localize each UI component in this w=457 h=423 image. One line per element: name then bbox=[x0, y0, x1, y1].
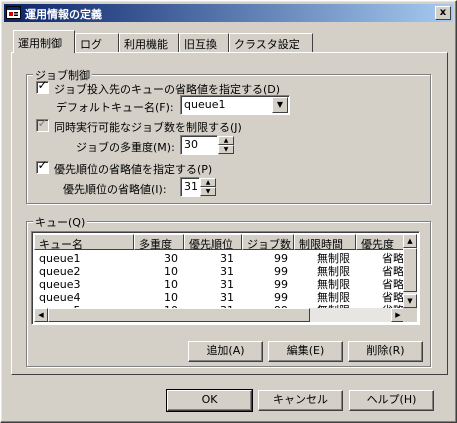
job-multiplicity-label: ジョブの多重度(M): bbox=[76, 141, 175, 154]
help-button[interactable]: ヘルプ(H) bbox=[349, 390, 434, 411]
column-header-queue-name[interactable]: キュー名 bbox=[34, 234, 134, 250]
job-multiplicity-input[interactable]: 30 bbox=[180, 135, 218, 155]
column-header-time-limit[interactable]: 制限時間 bbox=[294, 234, 356, 250]
default-queue-value: queue1 bbox=[184, 98, 226, 111]
title-bar[interactable]: 運用情報の定義 x bbox=[4, 4, 453, 22]
job-multiplicity-value: 30 bbox=[184, 138, 198, 151]
default-queue-checkbox[interactable]: ✓ bbox=[36, 78, 49, 94]
check-icon: ✓ bbox=[37, 78, 48, 92]
column-header-priority[interactable]: 優先順位 bbox=[184, 234, 242, 250]
tab-operation-control[interactable]: 運用制御 bbox=[13, 30, 75, 53]
check-icon: ✓ bbox=[37, 158, 48, 172]
check-icon: ✓ bbox=[37, 116, 48, 130]
table-cell: 無制限 bbox=[317, 252, 350, 265]
window-title: 運用情報の定義 bbox=[25, 8, 102, 21]
priority-default-label: 優先順位の省略値(I): bbox=[63, 183, 167, 196]
table-cell: 10 bbox=[164, 278, 178, 291]
tab-compat[interactable]: 旧互換 bbox=[179, 33, 229, 52]
table-cell: 省略 bbox=[382, 265, 404, 278]
spin-down-icon[interactable]: ▼ bbox=[218, 145, 234, 154]
table-cell: 31 bbox=[220, 291, 234, 304]
spin-up-icon[interactable]: ▲ bbox=[200, 178, 216, 187]
priority-default-checkbox-label: 優先順位の省略値を指定する(P) bbox=[54, 163, 213, 176]
table-cell: queue3 bbox=[39, 278, 81, 291]
table-cell: queue4 bbox=[39, 291, 81, 304]
add-button[interactable]: 追加(A) bbox=[188, 341, 263, 362]
table-cell: 無制限 bbox=[317, 265, 350, 278]
table-cell: 10 bbox=[164, 291, 178, 304]
edit-button[interactable]: 編集(E) bbox=[268, 341, 343, 362]
table-cell: 31 bbox=[220, 252, 234, 265]
queue-group-label: キュー(Q) bbox=[33, 214, 88, 230]
vertical-scrollbar[interactable]: ▲ ▼ bbox=[403, 234, 417, 308]
limit-concurrent-checkbox[interactable]: ✓ bbox=[36, 116, 49, 132]
app-window-icon bbox=[6, 5, 22, 21]
priority-default-checkbox[interactable]: ✓ bbox=[36, 158, 49, 174]
table-cell: 31 bbox=[220, 265, 234, 278]
dialog-window: 運用情報の定義 x 運用制御 ログ 利用機能 旧互換 クラスタ設定 ジョブ制御 … bbox=[0, 0, 457, 423]
table-cell: 99 bbox=[274, 265, 288, 278]
scrollbar-corner bbox=[403, 308, 417, 322]
delete-button[interactable]: 削除(R) bbox=[348, 341, 423, 362]
scroll-left-icon[interactable]: ◀ bbox=[34, 308, 48, 322]
close-icon[interactable]: x bbox=[435, 6, 451, 20]
cancel-button[interactable]: キャンセル bbox=[258, 390, 343, 411]
table-cell: 省略 bbox=[382, 278, 404, 291]
horizontal-scrollbar[interactable]: ◀ ▶ bbox=[34, 308, 405, 322]
scroll-up-icon[interactable]: ▲ bbox=[403, 234, 417, 248]
default-queue-name-label: デフォルトキュー名(F): bbox=[56, 101, 174, 114]
table-cell: 無制限 bbox=[317, 278, 350, 291]
table-cell: 99 bbox=[274, 278, 288, 291]
table-cell: queue1 bbox=[39, 252, 81, 265]
tab-cluster[interactable]: クラスタ設定 bbox=[229, 33, 313, 52]
table-cell: 省略 bbox=[382, 252, 404, 265]
table-cell: 30 bbox=[164, 252, 178, 265]
tab-log[interactable]: ログ bbox=[75, 33, 119, 52]
tab-features[interactable]: 利用機能 bbox=[119, 33, 179, 52]
table-cell: 99 bbox=[274, 291, 288, 304]
queue-list[interactable]: キュー名 多重度 優先順位 ジョブ数 制限時間 優先度 queue1 30 31… bbox=[31, 231, 420, 325]
chevron-down-icon[interactable]: ▼ bbox=[272, 97, 288, 113]
horizontal-scroll-thumb[interactable] bbox=[48, 308, 310, 322]
table-cell: 無制限 bbox=[317, 291, 350, 304]
column-header-multiplicity[interactable]: 多重度 bbox=[134, 234, 184, 250]
column-header-job-count[interactable]: ジョブ数 bbox=[242, 234, 294, 250]
priority-default-value: 31 bbox=[184, 180, 198, 193]
column-header-precedence[interactable]: 優先度 bbox=[356, 234, 406, 250]
ok-button[interactable]: OK bbox=[166, 389, 253, 412]
table-cell: queue2 bbox=[39, 265, 81, 278]
priority-default-input[interactable]: 31 bbox=[180, 177, 200, 197]
table-cell: 31 bbox=[220, 278, 234, 291]
limit-concurrent-label: 同時実行可能なジョブ数を制限する(J) bbox=[54, 121, 242, 134]
scroll-down-icon[interactable]: ▼ bbox=[403, 294, 417, 308]
spin-down-icon[interactable]: ▼ bbox=[200, 187, 216, 196]
vertical-scroll-thumb[interactable] bbox=[403, 248, 417, 292]
table-cell: 99 bbox=[274, 252, 288, 265]
table-cell: 10 bbox=[164, 265, 178, 278]
spin-up-icon[interactable]: ▲ bbox=[218, 136, 234, 145]
table-cell: 省略 bbox=[382, 291, 404, 304]
